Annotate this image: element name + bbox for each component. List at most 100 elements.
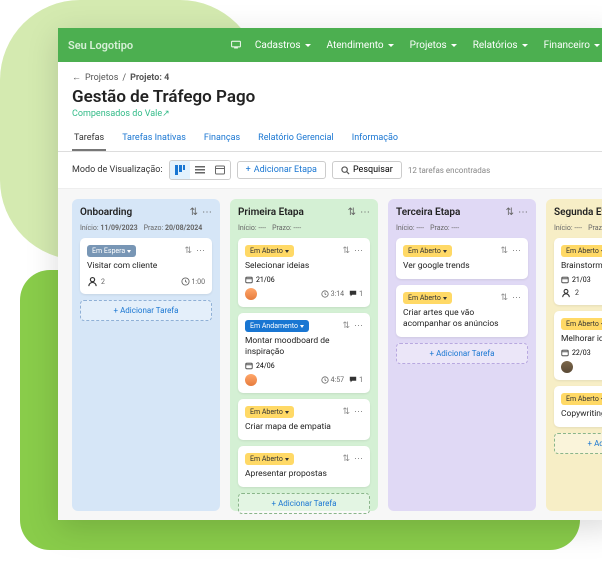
card-menu-icon[interactable]: ⋯ bbox=[354, 246, 363, 256]
brand-logo: Seu Logotipo bbox=[68, 39, 133, 52]
add-task-label: Adicionar Tarefa bbox=[594, 439, 602, 448]
column-terceira-etapa: Terceira Etapa ⇅⋯ Início: ---- Prazo: --… bbox=[388, 199, 536, 511]
task-card[interactable]: Em Aberto ⇅⋯ Criar mapa de empatia bbox=[238, 399, 370, 440]
status-chip[interactable]: Em Espera bbox=[87, 245, 136, 257]
calendar-icon bbox=[245, 362, 253, 370]
card-move-icon[interactable]: ⇅ bbox=[184, 246, 192, 256]
add-task-button[interactable]: + Adicionar Tarefa bbox=[80, 300, 212, 321]
status-chip[interactable]: Em Andamento bbox=[245, 320, 309, 332]
comment-count: 1 bbox=[359, 376, 363, 384]
toolbar: Modo de Visualização: + Adicionar Etapa … bbox=[58, 152, 602, 189]
card-move-icon[interactable]: ⇅ bbox=[342, 321, 350, 331]
view-kanban-button[interactable] bbox=[170, 161, 190, 179]
status-chip[interactable]: Em Aberto bbox=[561, 393, 602, 405]
card-move-icon[interactable]: ⇅ bbox=[500, 246, 508, 256]
task-card[interactable]: Em Aberto ⇅ ⋯ Apresentar propostas bbox=[238, 446, 370, 487]
calendar-icon bbox=[561, 349, 569, 357]
back-icon[interactable]: ← bbox=[72, 72, 81, 83]
nav-financeiro[interactable]: Financeiro bbox=[536, 40, 602, 51]
card-title: Ver google trends bbox=[403, 261, 521, 272]
page-subtitle-link[interactable]: Compensados do Vale↗ bbox=[72, 109, 602, 119]
breadcrumb: ← Projetos / Projeto: 4 bbox=[72, 72, 602, 83]
start-label: Início: bbox=[80, 224, 99, 232]
card-title: Apresentar propostas bbox=[245, 469, 363, 480]
nav-relatorios[interactable]: Relatórios bbox=[465, 40, 536, 51]
tab-informacao[interactable]: Informação bbox=[350, 129, 400, 151]
column-move-icon[interactable]: ⇅ bbox=[348, 207, 356, 218]
card-menu-icon[interactable]: ⋯ bbox=[354, 321, 363, 331]
status-chip[interactable]: Em Aberto bbox=[561, 318, 602, 330]
view-list-button[interactable] bbox=[190, 161, 210, 179]
add-task-button[interactable]: + Adicionar Tarefa bbox=[396, 343, 528, 364]
card-title: Brainstorm Equipe bbox=[561, 261, 602, 272]
card-date: 21/03 bbox=[572, 276, 591, 284]
card-menu-icon[interactable]: ⋯ bbox=[354, 407, 363, 417]
start-date: ---- bbox=[416, 224, 424, 232]
column-move-icon[interactable]: ⇅ bbox=[506, 207, 514, 218]
column-onboarding: Onboarding ⇅ ⋯ Início: 11/09/2023 Prazo:… bbox=[72, 199, 220, 511]
card-menu-icon[interactable]: ⋯ bbox=[512, 293, 521, 303]
task-card[interactable]: Em Aberto ⇅ ⋯ Ver google trends bbox=[396, 238, 528, 279]
status-chip[interactable]: Em Aberto bbox=[403, 292, 452, 304]
column-move-icon[interactable]: ⇅ bbox=[190, 207, 198, 218]
card-date: 22/03 bbox=[572, 349, 591, 357]
card-title: Melhorar ideia selecionada bbox=[561, 334, 602, 345]
card-move-icon[interactable]: ⇅ bbox=[342, 407, 350, 417]
card-move-icon[interactable]: ⇅ bbox=[500, 293, 508, 303]
search-label: Pesquisar bbox=[353, 165, 393, 175]
end-label: Prazo: bbox=[272, 224, 292, 232]
card-title: Selecionar ideias bbox=[245, 261, 363, 272]
topbar: Seu Logotipo Cadastros Atendimento Proje… bbox=[58, 28, 602, 62]
task-card[interactable]: Em Aberto ⇅⋯ Criar artes que vão acompan… bbox=[396, 285, 528, 337]
add-task-label: Adicionar Tarefa bbox=[278, 499, 336, 508]
search-button[interactable]: Pesquisar bbox=[332, 161, 402, 179]
end-date: ---- bbox=[293, 224, 301, 232]
card-menu-icon[interactable]: ⋯ bbox=[354, 454, 363, 464]
tab-tarefas-inativas[interactable]: Tarefas Inativas bbox=[120, 129, 188, 151]
column-menu-icon[interactable]: ⋯ bbox=[202, 207, 212, 218]
task-card[interactable]: Em Espera ⇅⋯ Visitar com cliente 2 1:00 bbox=[80, 238, 212, 294]
task-card[interactable]: Em Aberto Melhorar ideia selecionada 22/… bbox=[554, 311, 602, 380]
task-card[interactable]: Em Aberto Copywriting bbox=[554, 386, 602, 427]
calendar-icon bbox=[561, 276, 569, 284]
display-icon[interactable] bbox=[225, 40, 247, 51]
calendar-icon bbox=[245, 276, 253, 284]
tab-relatorio-gerencial[interactable]: Relatório Gerencial bbox=[256, 129, 336, 151]
kanban-board: Onboarding ⇅ ⋯ Início: 11/09/2023 Prazo:… bbox=[58, 189, 602, 520]
add-task-button[interactable]: + Adicionar Tarefa bbox=[238, 493, 370, 514]
card-move-icon[interactable]: ⇅ bbox=[342, 246, 350, 256]
person-icon bbox=[561, 288, 571, 298]
add-task-label: Adicionar Tarefa bbox=[436, 349, 494, 358]
column-menu-icon[interactable]: ⋯ bbox=[518, 207, 528, 218]
nav-cadastros[interactable]: Cadastros bbox=[247, 40, 319, 51]
status-chip[interactable]: Em Aberto bbox=[245, 245, 294, 257]
card-menu-icon[interactable]: ⋯ bbox=[196, 246, 205, 256]
view-calendar-button[interactable] bbox=[210, 161, 230, 179]
start-date: 11/09/2023 bbox=[100, 224, 137, 232]
task-card[interactable]: Em Aberto Brainstorm Equipe 21/03 2 bbox=[554, 238, 602, 305]
card-move-icon[interactable]: ⇅ bbox=[342, 454, 350, 464]
tab-financas[interactable]: Finanças bbox=[202, 129, 242, 151]
search-icon bbox=[341, 166, 350, 175]
end-date: ---- bbox=[451, 224, 459, 232]
view-mode-label: Modo de Visualização: bbox=[72, 165, 163, 175]
card-menu-icon[interactable]: ⋯ bbox=[512, 246, 521, 256]
start-label: Início: bbox=[396, 224, 415, 232]
tab-tarefas[interactable]: Tarefas bbox=[72, 129, 106, 151]
app-window: Seu Logotipo Cadastros Atendimento Proje… bbox=[58, 28, 602, 520]
end-label: Prazo: bbox=[144, 224, 164, 232]
add-task-button[interactable]: + Adicionar Tarefa bbox=[554, 433, 602, 454]
status-chip[interactable]: Em Aberto bbox=[245, 406, 294, 418]
breadcrumb-parent[interactable]: Projetos bbox=[85, 73, 118, 83]
task-card[interactable]: Em Andamento ⇅⋯ Montar moodboard de insp… bbox=[238, 313, 370, 393]
add-stage-button[interactable]: + Adicionar Etapa bbox=[237, 161, 326, 179]
status-chip[interactable]: Em Aberto bbox=[403, 245, 452, 257]
add-stage-label: Adicionar Etapa bbox=[254, 165, 317, 175]
status-chip[interactable]: Em Aberto bbox=[561, 245, 602, 257]
column-menu-icon[interactable]: ⋯ bbox=[360, 207, 370, 218]
nav-atendimento[interactable]: Atendimento bbox=[319, 40, 402, 51]
task-card[interactable]: Em Aberto ⇅⋯ Selecionar ideias 21/06 3:1… bbox=[238, 238, 370, 307]
status-chip[interactable]: Em Aberto bbox=[245, 453, 294, 465]
nav-projetos[interactable]: Projetos bbox=[402, 40, 465, 51]
end-date: 20/08/2024 bbox=[165, 224, 202, 232]
